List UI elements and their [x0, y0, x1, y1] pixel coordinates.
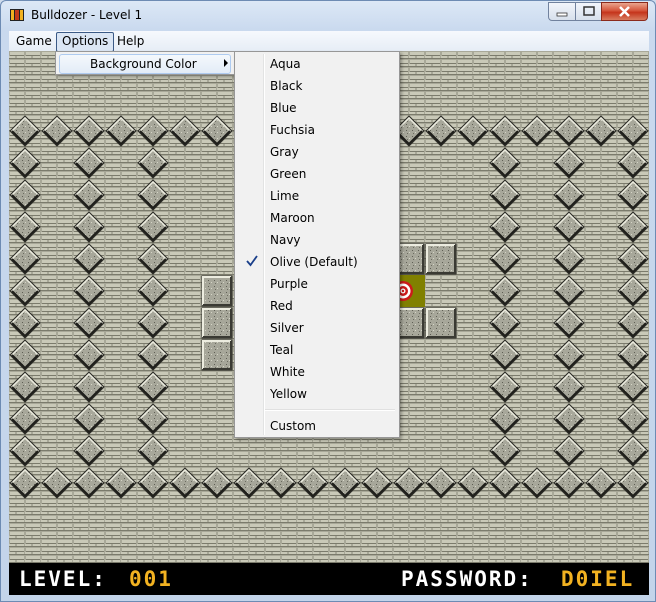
menu-item-color[interactable]: White — [237, 361, 397, 383]
boulder-block — [425, 307, 457, 339]
menu-item-color[interactable]: Purple — [237, 273, 397, 295]
menu-separator — [265, 409, 395, 411]
checkmark-icon — [246, 255, 258, 267]
menu-item-color[interactable]: Yellow — [237, 383, 397, 405]
minimize-button[interactable] — [548, 2, 576, 21]
boulder-block — [201, 307, 233, 339]
window-title: Bulldozer - Level 1 — [31, 8, 143, 22]
background-color-submenu: Custom Aqua Black Blue Fuchsia Gray Green Lime… — [234, 51, 400, 438]
menu-item-color[interactable]: Green — [237, 163, 397, 185]
password-value: D0IEL — [561, 567, 635, 591]
level-value: 001 — [129, 567, 173, 591]
color-label: Olive (Default) — [270, 255, 358, 269]
color-label: Navy — [270, 233, 301, 247]
menu-item-color[interactable]: Gray — [237, 141, 397, 163]
close-button[interactable] — [601, 2, 648, 21]
color-label: Teal — [270, 343, 294, 357]
color-label: Fuchsia — [270, 123, 315, 137]
menu-item-color[interactable]: Olive (Default) — [237, 251, 397, 273]
menu-game[interactable]: Game — [11, 32, 57, 50]
color-label: Black — [270, 79, 303, 93]
minimize-icon — [556, 12, 568, 17]
boulder-block — [201, 275, 233, 307]
menu-item-color[interactable]: Aqua — [237, 53, 397, 75]
menu-bar: Game Options Help — [9, 31, 649, 52]
boulder-block — [201, 339, 233, 371]
app-window: Bulldozer - Level 1 Game Options Help LE… — [0, 0, 656, 602]
menu-item-color[interactable]: Teal — [237, 339, 397, 361]
color-label: White — [270, 365, 305, 379]
menu-item-color[interactable]: Lime — [237, 185, 397, 207]
color-label: Maroon — [270, 211, 315, 225]
menu-item-color[interactable]: Maroon — [237, 207, 397, 229]
close-icon — [619, 6, 630, 17]
maximize-icon — [583, 6, 595, 16]
level-label: LEVEL: — [19, 567, 107, 591]
options-dropdown: Background Color — [55, 51, 235, 75]
color-label: Blue — [270, 101, 297, 115]
color-label: Red — [270, 299, 293, 313]
color-label: Silver — [270, 321, 304, 335]
status-bar: LEVEL: 001 PASSWORD: D0IEL — [9, 563, 649, 595]
password-label: PASSWORD: — [401, 567, 533, 591]
maximize-button[interactable] — [575, 2, 602, 21]
color-label: Aqua — [270, 57, 301, 71]
menu-item-color[interactable]: Blue — [237, 97, 397, 119]
menu-item-color[interactable]: Navy — [237, 229, 397, 251]
menu-item-background-color[interactable]: Background Color — [59, 54, 231, 74]
menu-item-color[interactable]: Red — [237, 295, 397, 317]
submenu-arrow-icon — [224, 59, 228, 67]
color-label: Lime — [270, 189, 300, 203]
menu-item-color[interactable]: Silver — [237, 317, 397, 339]
color-label: Yellow — [270, 387, 307, 401]
menu-item-custom[interactable]: Custom — [237, 415, 397, 437]
color-label: Gray — [270, 145, 299, 159]
custom-label: Custom — [270, 419, 316, 433]
menu-item-color[interactable]: Black — [237, 75, 397, 97]
bulldozer-app-icon — [10, 9, 24, 21]
menu-help[interactable]: Help — [112, 32, 149, 50]
title-bar[interactable]: Bulldozer - Level 1 — [1, 1, 655, 29]
menu-item-color[interactable]: Fuchsia — [237, 119, 397, 141]
color-label: Purple — [270, 277, 308, 291]
color-label: Green — [270, 167, 307, 181]
boulder-block — [425, 243, 457, 275]
menu-options[interactable]: Options — [56, 32, 115, 52]
background-color-label: Background Color — [90, 57, 197, 71]
